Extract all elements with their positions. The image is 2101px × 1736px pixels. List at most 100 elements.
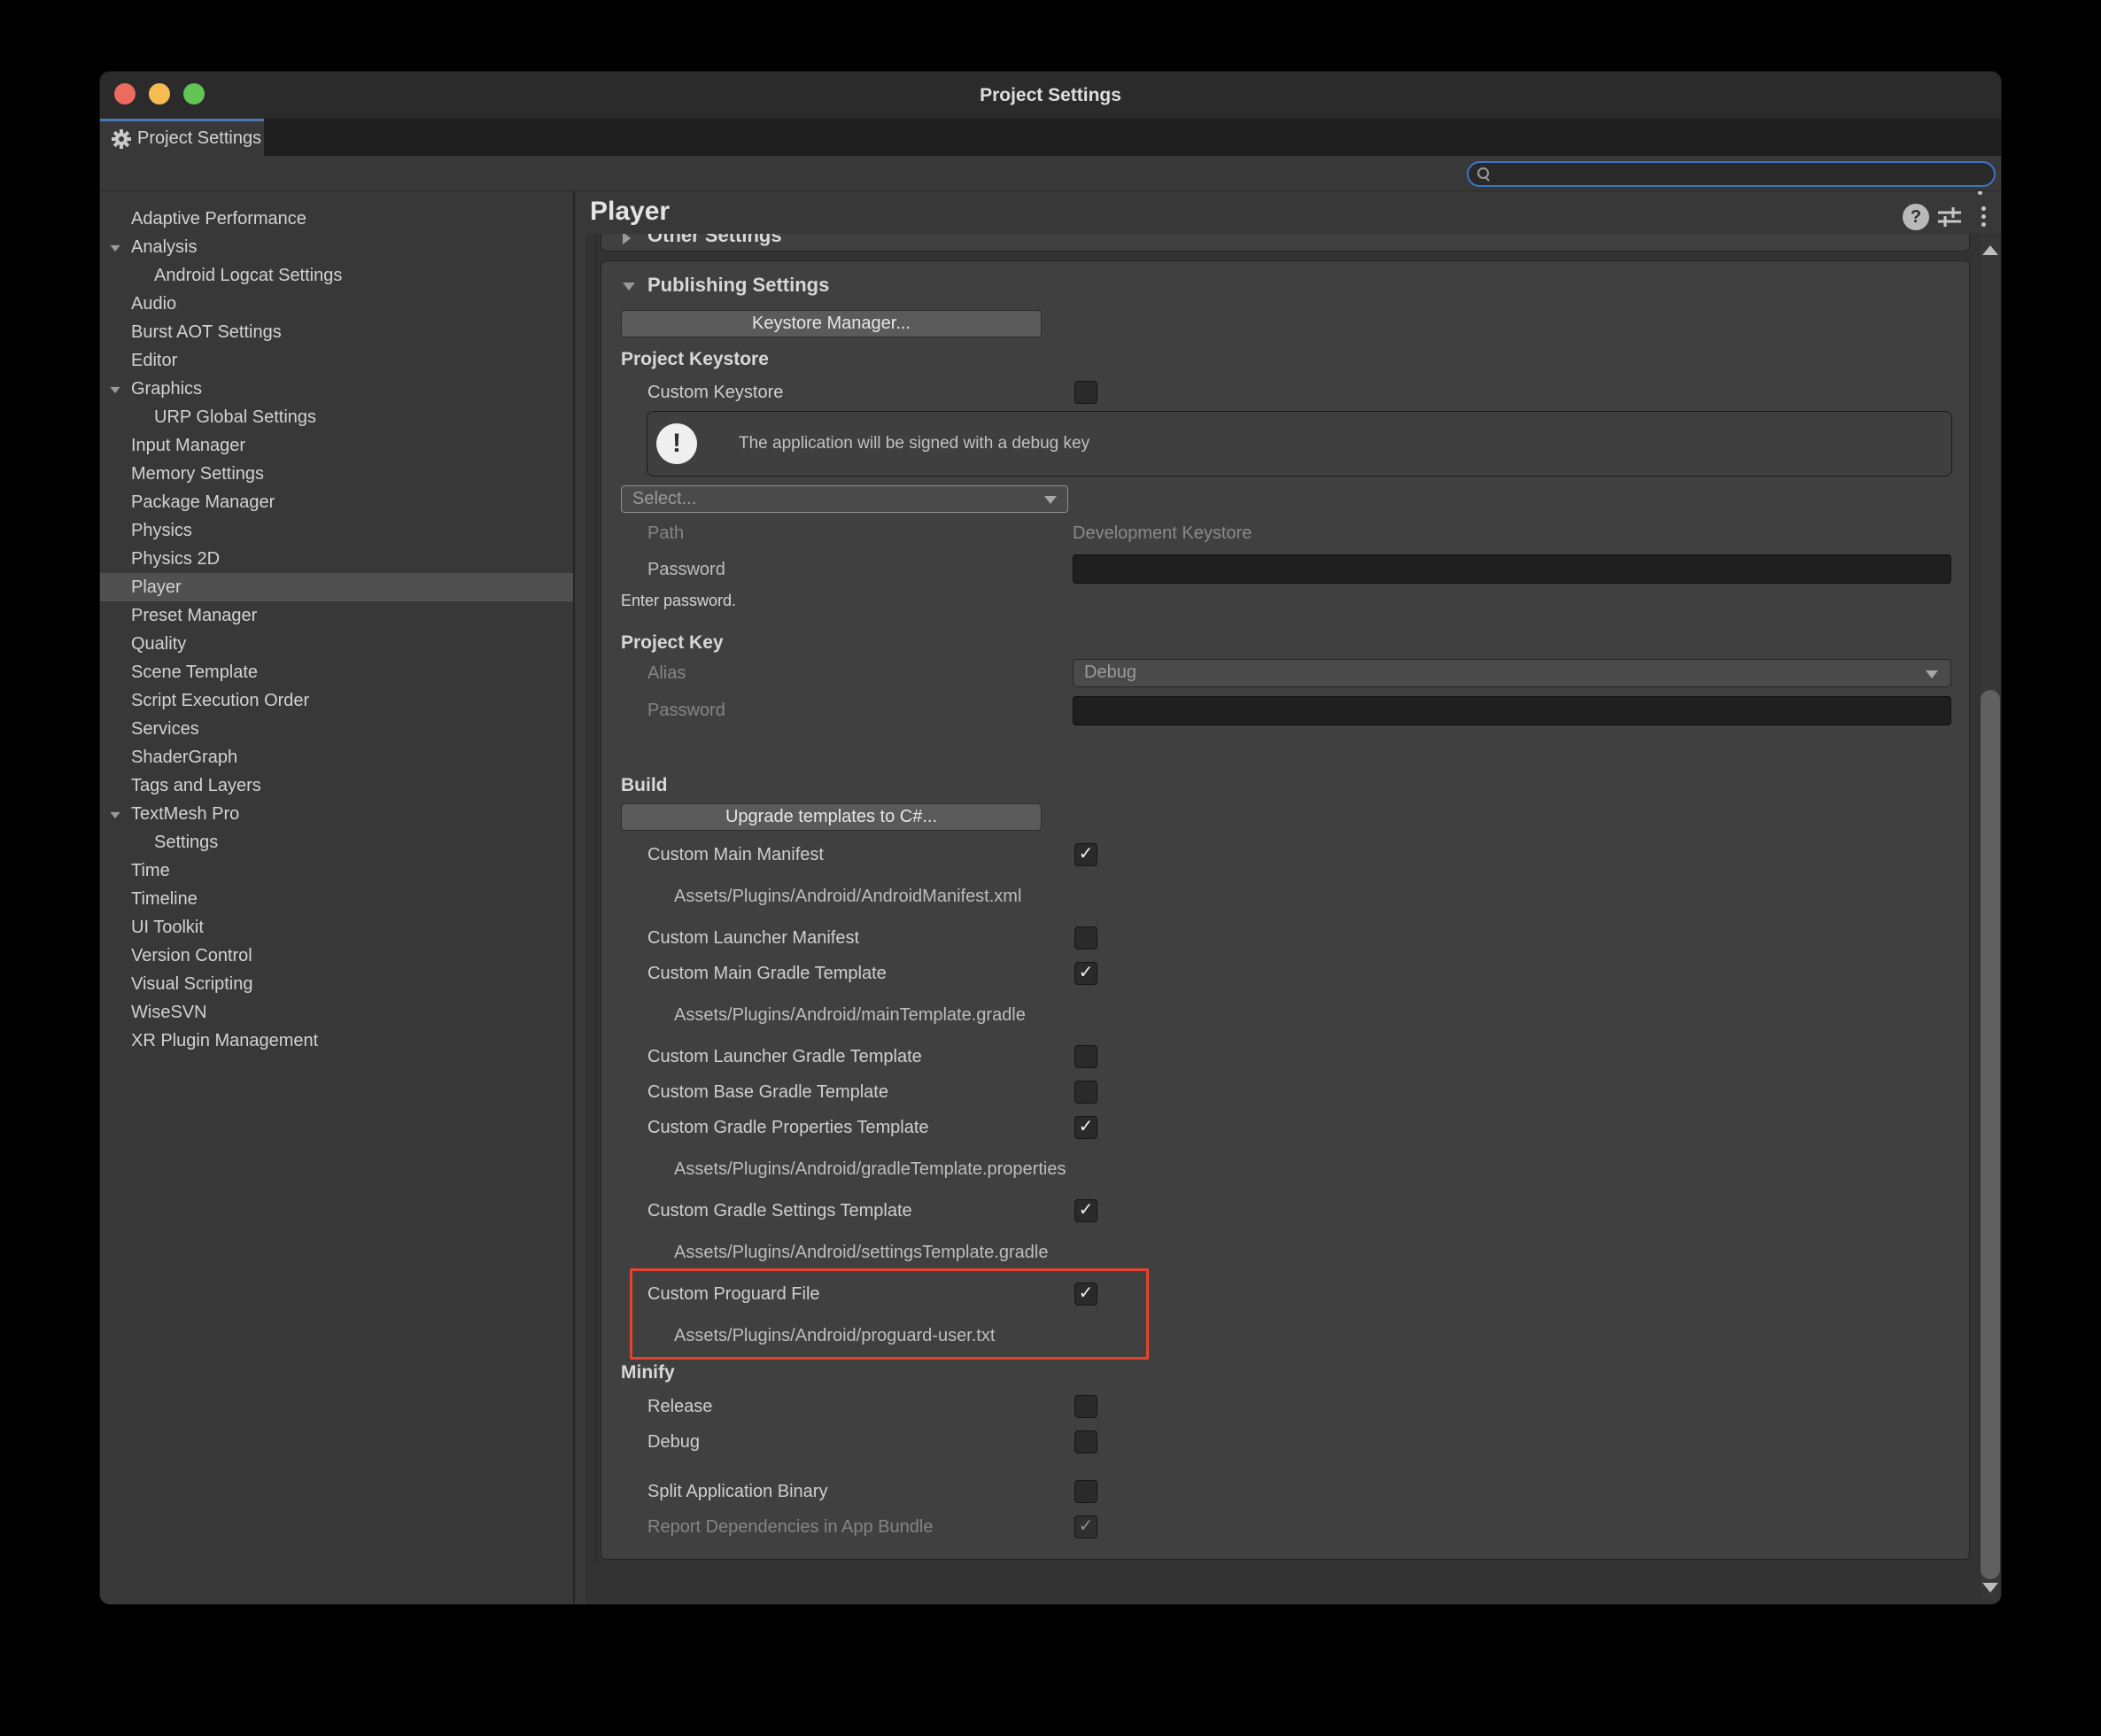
sidebar-item-wisesvn[interactable]: WiseSVN	[100, 998, 573, 1027]
sidebar-item-label: Adaptive Performance	[131, 205, 306, 233]
sidebar-item-time[interactable]: Time	[100, 856, 573, 885]
sidebar-item-timeline[interactable]: Timeline	[100, 885, 573, 913]
sidebar-item-burst-aot-settings[interactable]: Burst AOT Settings	[100, 318, 573, 346]
sidebar-item-settings[interactable]: Settings	[100, 828, 573, 856]
sidebar-item-label: Time	[131, 856, 170, 885]
sidebar-item-label: XR Plugin Management	[131, 1027, 318, 1055]
sidebar-item-label: Input Manager	[131, 431, 245, 460]
sidebar-item-package-manager[interactable]: Package Manager	[100, 488, 573, 516]
tab-project-settings[interactable]: Project Settings	[100, 119, 264, 156]
custom-keystore-label: Custom Keystore	[647, 381, 783, 404]
checkbox-custom-main-manifest[interactable]: ✓	[1074, 843, 1097, 866]
gear-icon	[111, 128, 132, 150]
checkbox-debug[interactable]	[1074, 1430, 1097, 1453]
keystore-select-dropdown[interactable]: Select...	[621, 485, 1068, 513]
checkbox-release[interactable]	[1074, 1395, 1097, 1418]
checkbox-custom-keystore[interactable]	[1074, 381, 1097, 404]
sidebar-item-label: Timeline	[131, 885, 198, 913]
sidebar-item-shadergraph[interactable]: ShaderGraph	[100, 743, 573, 771]
sidebar-item-physics[interactable]: Physics	[100, 516, 573, 545]
debug-key-info-box: ! The application will be signed with a …	[647, 411, 1952, 477]
sidebar-item-label: Analysis	[131, 233, 197, 261]
sidebar-item-preset-manager[interactable]: Preset Manager	[100, 601, 573, 630]
sidebar-item-visual-scripting[interactable]: Visual Scripting	[100, 970, 573, 998]
sidebar-item-audio[interactable]: Audio	[100, 290, 573, 318]
checkbox-custom-launcher-manifest[interactable]	[1074, 926, 1097, 949]
sidebar-item-label: UI Toolkit	[131, 913, 204, 942]
keystore-manager-button[interactable]: Keystore Manager...	[621, 310, 1042, 337]
checkbox-custom-proguard-file[interactable]: ✓	[1074, 1283, 1097, 1306]
window-title: Project Settings	[100, 72, 2001, 119]
sidebar-item-urp-global-settings[interactable]: URP Global Settings	[100, 403, 573, 431]
alias-dropdown[interactable]: Debug	[1073, 659, 1951, 687]
key-password-input[interactable]	[1073, 696, 1951, 725]
sidebar-item-label: Memory Settings	[131, 460, 264, 488]
sidebar-item-graphics[interactable]: Graphics	[100, 375, 573, 403]
sidebar-item-label: Tags and Layers	[131, 771, 261, 800]
scrollbar-thumb[interactable]	[1981, 690, 2000, 1579]
setting-label-custom-launcher-gradle-template: Custom Launcher Gradle Template	[647, 1045, 922, 1068]
page-title: Player	[590, 197, 670, 227]
checkbox-custom-main-gradle-template[interactable]: ✓	[1074, 962, 1097, 985]
keystore-path-value: Development Keystore	[1073, 522, 1252, 545]
sidebar-item-tags-and-layers[interactable]: Tags and Layers	[100, 771, 573, 800]
setting-label-custom-proguard-file: Custom Proguard File	[647, 1283, 820, 1306]
sidebar-item-quality[interactable]: Quality	[100, 630, 573, 658]
tab-label: Project Settings	[137, 121, 261, 156]
sidebar-item-analysis[interactable]: Analysis	[100, 233, 573, 261]
sidebar-item-ui-toolkit[interactable]: UI Toolkit	[100, 913, 573, 942]
checkbox-report-dependencies-in-app-bundle: ✓	[1074, 1515, 1097, 1538]
sidebar-item-input-manager[interactable]: Input Manager	[100, 431, 573, 460]
foldout-collapsed-icon	[623, 234, 631, 244]
presets-icon[interactable]	[1937, 205, 1962, 229]
foldout-expanded-icon[interactable]	[110, 387, 120, 393]
sidebar-item-editor[interactable]: Editor	[100, 346, 573, 375]
other-settings-foldout[interactable]: Other Settings	[623, 234, 782, 249]
checkbox-custom-base-gradle-template[interactable]	[1074, 1081, 1097, 1104]
foldout-expanded-icon[interactable]	[110, 812, 120, 818]
sidebar-item-memory-settings[interactable]: Memory Settings	[100, 460, 573, 488]
alias-label: Alias	[647, 662, 686, 685]
sidebar-item-label: Graphics	[131, 375, 202, 403]
sidebar-item-physics-2d[interactable]: Physics 2D	[100, 545, 573, 573]
publishing-settings-foldout[interactable]: Publishing Settings	[623, 272, 829, 298]
sidebar-item-textmesh-pro[interactable]: TextMesh Pro	[100, 800, 573, 828]
project-key-heading: Project Key	[621, 632, 724, 655]
checkbox-split-application-binary[interactable]	[1074, 1480, 1097, 1503]
scrollbar-down-icon[interactable]	[1982, 1583, 1998, 1593]
sidebar-item-android-logcat-settings[interactable]: Android Logcat Settings	[100, 261, 573, 290]
sidebar-item-scene-template[interactable]: Scene Template	[100, 658, 573, 686]
help-icon[interactable]: ?	[1903, 204, 1929, 230]
template-file-path: Assets/Plugins/Android/settingsTemplate.…	[674, 1241, 1048, 1264]
sidebar-item-adaptive-performance[interactable]: Adaptive Performance	[100, 205, 573, 233]
sidebar-item-services[interactable]: Services	[100, 715, 573, 743]
search-input[interactable]	[1499, 164, 1981, 185]
checkbox-custom-gradle-settings-template[interactable]: ✓	[1074, 1199, 1097, 1222]
title-bar: Project Settings	[100, 72, 2001, 119]
sidebar-item-label: Services	[131, 715, 199, 743]
sidebar-item-label: TextMesh Pro	[131, 800, 239, 828]
settings-menu-icon[interactable]	[1981, 206, 1986, 211]
tab-bar: Project Settings	[100, 119, 2001, 156]
sidebar-item-label: URP Global Settings	[154, 403, 316, 431]
sidebar-item-label: Script Execution Order	[131, 686, 309, 715]
publishing-section: Publishing Settings Keystore Manager... …	[601, 260, 1970, 1560]
keystore-password-label: Password	[647, 558, 725, 581]
sidebar-item-version-control[interactable]: Version Control	[100, 942, 573, 970]
sidebar-item-label: Scene Template	[131, 658, 258, 686]
search-box[interactable]	[1467, 161, 1996, 187]
minify-heading: Minify	[621, 1361, 675, 1384]
checkbox-custom-launcher-gradle-template[interactable]	[1074, 1045, 1097, 1068]
checkbox-custom-gradle-properties-template[interactable]: ✓	[1074, 1116, 1097, 1139]
sidebar-item-script-execution-order[interactable]: Script Execution Order	[100, 686, 573, 715]
template-file-path: Assets/Plugins/Android/gradleTemplate.pr…	[674, 1158, 1066, 1181]
sidebar-item-label: Editor	[131, 346, 177, 375]
foldout-expanded-icon[interactable]	[110, 245, 120, 252]
sidebar-item-label: Physics 2D	[131, 545, 220, 573]
sidebar-item-player[interactable]: Player	[100, 573, 573, 601]
keystore-password-input[interactable]	[1073, 554, 1951, 584]
upgrade-templates-button[interactable]: Upgrade templates to C#...	[621, 803, 1042, 831]
setting-label-debug: Debug	[647, 1430, 700, 1453]
scrollbar-up-icon[interactable]	[1982, 245, 1998, 255]
sidebar-item-xr-plugin-management[interactable]: XR Plugin Management	[100, 1027, 573, 1055]
